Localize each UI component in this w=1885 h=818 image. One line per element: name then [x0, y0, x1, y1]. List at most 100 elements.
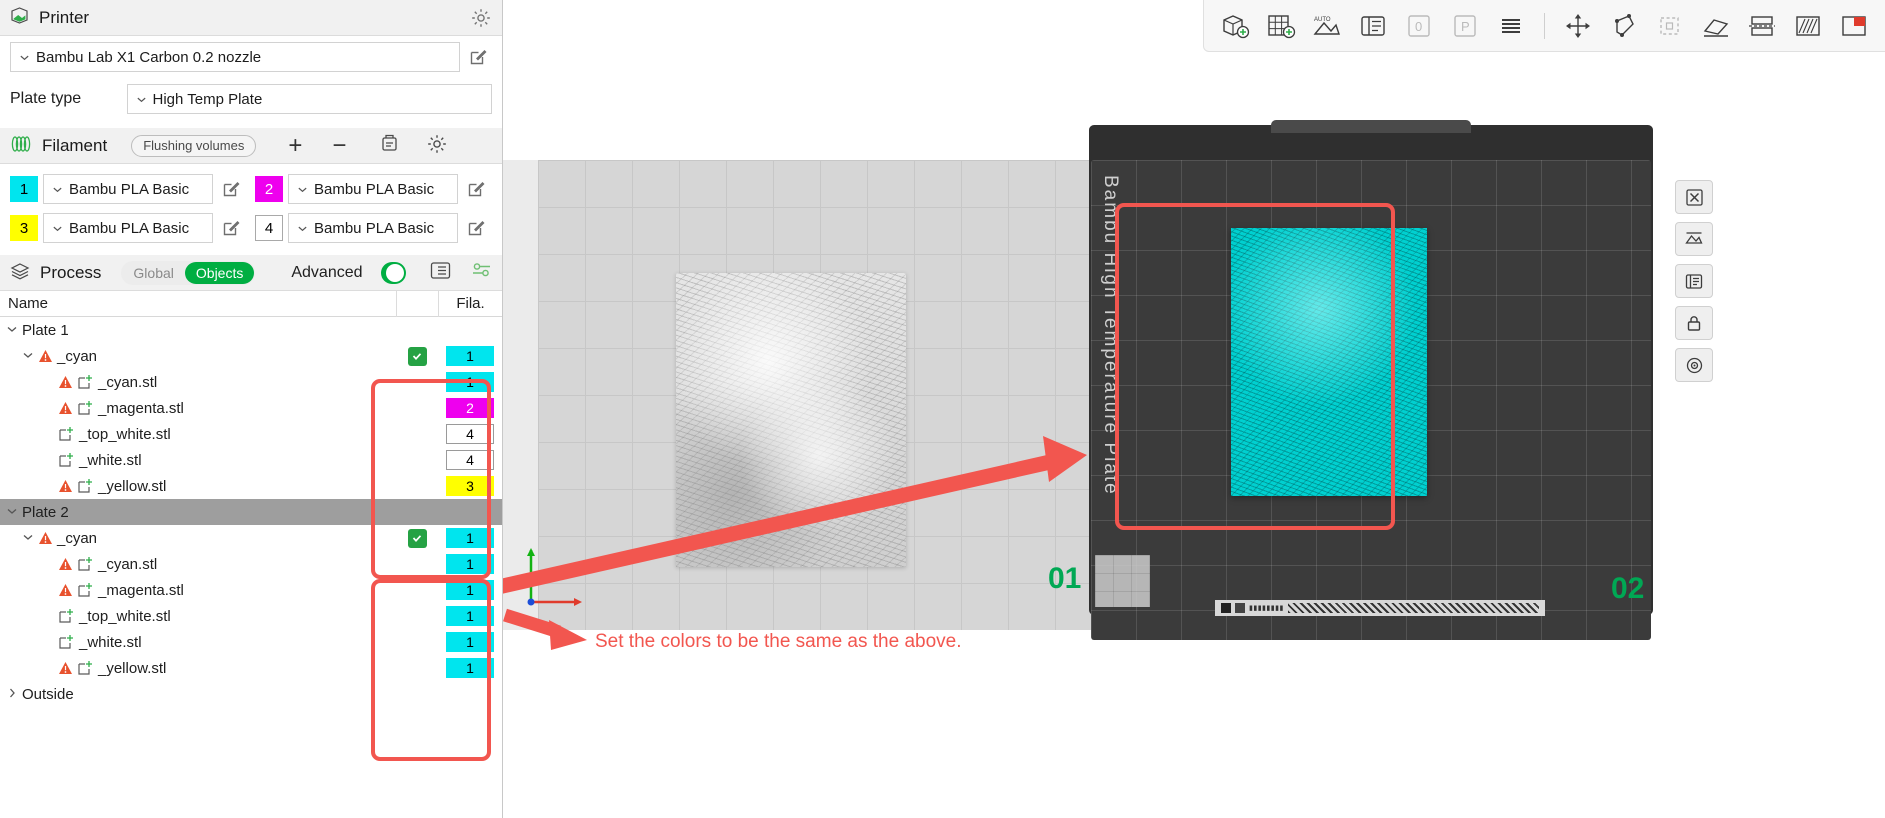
rotate-icon[interactable] [1649, 5, 1691, 47]
tree-row[interactable]: _yellow.stl 3 [0, 473, 502, 499]
tree-row[interactable]: _cyan 1 [0, 343, 502, 369]
row-checkbox[interactable] [407, 528, 427, 548]
tree-row[interactable]: _yellow.stl 1 [0, 655, 502, 681]
tree-row-name-cell: Plate 2 [0, 504, 396, 521]
chevron-down-icon [53, 187, 62, 192]
plate2-strip-icon-1 [1221, 603, 1231, 613]
plate2-bed[interactable] [1091, 160, 1651, 640]
tree-row[interactable]: _cyan.stl 1 [0, 551, 502, 577]
tree-row-fila-cell: 1 [438, 658, 502, 678]
filament-chip[interactable]: 1 [446, 346, 494, 366]
gear-icon[interactable] [426, 133, 448, 159]
remove-filament-button[interactable]: − [326, 133, 352, 158]
place-on-face-icon[interactable] [1695, 5, 1737, 47]
filament-color-swatch-4[interactable]: 4 [255, 215, 283, 241]
tree-row[interactable]: _top_white.stl 4 [0, 421, 502, 447]
auto-arrange-icon[interactable]: AUTO [1306, 5, 1348, 47]
chevron-down-icon[interactable] [6, 322, 18, 339]
list-view-icon[interactable] [430, 261, 451, 284]
move-icon[interactable] [1557, 5, 1599, 47]
edit-filament-1-icon[interactable] [221, 179, 241, 199]
warning-icon [59, 584, 72, 596]
chevron-right-icon[interactable] [6, 686, 18, 703]
add-plate-icon[interactable] [1260, 5, 1302, 47]
filament-color-swatch-2[interactable]: 2 [255, 176, 283, 202]
cut-icon[interactable] [1741, 5, 1783, 47]
filament-name-2: Bambu PLA Basic [314, 180, 435, 198]
tree-row-name-cell: _top_white.stl [0, 426, 396, 443]
tree-row-label: _cyan [57, 529, 98, 547]
filament-color-swatch-3[interactable]: 3 [10, 215, 38, 241]
plate2-model[interactable] [1231, 228, 1427, 496]
edit-filament-2-icon[interactable] [466, 179, 486, 199]
filament-chip[interactable]: 1 [446, 632, 494, 652]
printer-model-select[interactable]: Bambu Lab X1 Carbon 0.2 nozzle [10, 42, 460, 72]
advanced-toggle[interactable] [380, 261, 406, 284]
chevron-down-icon[interactable] [22, 348, 34, 365]
plate1-model[interactable] [676, 273, 906, 567]
text-icon-3d[interactable] [1879, 5, 1885, 47]
tab-objects[interactable]: Objects [184, 261, 255, 284]
color-paint-icon[interactable] [1833, 5, 1875, 47]
scene-background: 01 Bambu High Temperature Plate ▮▮▮▮▮▮▮▮ [503, 0, 1885, 818]
3d-viewport[interactable]: 01 Bambu High Temperature Plate ▮▮▮▮▮▮▮▮ [503, 0, 1885, 818]
filament-chip[interactable]: 1 [446, 372, 494, 392]
filament-chip[interactable]: 1 [446, 554, 494, 574]
add-filament-button[interactable]: + [282, 133, 308, 158]
edit-filament-4-icon[interactable] [466, 218, 486, 238]
chevron-down-icon[interactable] [22, 530, 34, 547]
arrange-plate-icon[interactable] [1675, 222, 1713, 256]
edit-filament-3-icon[interactable] [221, 218, 241, 238]
tree-row-plate[interactable]: Outside [0, 681, 502, 707]
filament-chip[interactable]: 4 [446, 450, 494, 470]
split-to-objects-icon[interactable] [1352, 5, 1394, 47]
tree-row-name-cell: _magenta.stl [0, 582, 396, 599]
filament-chip[interactable]: 2 [446, 398, 494, 418]
edit-printer-icon[interactable] [468, 47, 488, 67]
chevron-down-icon [53, 226, 62, 231]
tree-row[interactable]: _cyan.stl 1 [0, 369, 502, 395]
filament-name-1: Bambu PLA Basic [69, 180, 190, 198]
filament-chip[interactable]: 3 [446, 476, 494, 496]
orient-plate-icon[interactable] [1675, 264, 1713, 298]
filament-select-4[interactable]: Bambu PLA Basic [288, 213, 458, 243]
filament-section-title: Filament [42, 135, 108, 155]
sync-filament-icon[interactable] [380, 134, 402, 158]
filament-select-3[interactable]: Bambu PLA Basic [43, 213, 213, 243]
undo-icon[interactable]: 0 [1398, 5, 1440, 47]
add-object-icon[interactable] [1214, 5, 1256, 47]
modifier-icon [78, 557, 92, 571]
support-paint-icon[interactable] [1787, 5, 1829, 47]
tree-row[interactable]: _cyan 1 [0, 525, 502, 551]
tree-row[interactable]: _white.stl 1 [0, 629, 502, 655]
plate1-bed[interactable] [538, 160, 1098, 630]
tree-row[interactable]: _magenta.stl 1 [0, 577, 502, 603]
scale-icon[interactable] [1603, 5, 1645, 47]
tree-row[interactable]: _magenta.stl 2 [0, 395, 502, 421]
delete-plate-icon[interactable] [1675, 180, 1713, 214]
layers-icon[interactable] [1490, 5, 1532, 47]
tree-row-plate[interactable]: Plate 1 [0, 317, 502, 343]
filament-chip[interactable]: 4 [446, 424, 494, 444]
warning-icon [39, 350, 52, 362]
filament-select-2[interactable]: Bambu PLA Basic [288, 174, 458, 204]
settings-filter-icon[interactable] [471, 261, 492, 284]
tree-row[interactable]: _white.stl 4 [0, 447, 502, 473]
row-checkbox[interactable] [407, 346, 427, 366]
filament-select-1[interactable]: Bambu PLA Basic [43, 174, 213, 204]
plate-settings-icon[interactable] [1675, 348, 1713, 382]
filament-chip[interactable]: 1 [446, 528, 494, 548]
tree-row[interactable]: _top_white.stl 1 [0, 603, 502, 629]
filament-chip[interactable]: 1 [446, 606, 494, 626]
filament-color-swatch-1[interactable]: 1 [10, 176, 38, 202]
chevron-down-icon[interactable] [6, 504, 18, 521]
lock-plate-icon[interactable] [1675, 306, 1713, 340]
tab-global[interactable]: Global [122, 262, 184, 284]
gear-icon[interactable] [470, 7, 492, 29]
plate-type-select[interactable]: High Temp Plate [126, 84, 492, 114]
filament-chip[interactable]: 1 [446, 580, 494, 600]
flushing-volumes-button[interactable]: Flushing volumes [131, 134, 257, 157]
redo-icon[interactable]: P [1444, 5, 1486, 47]
tree-row-plate[interactable]: Plate 2 [0, 499, 502, 525]
filament-chip[interactable]: 1 [446, 658, 494, 678]
